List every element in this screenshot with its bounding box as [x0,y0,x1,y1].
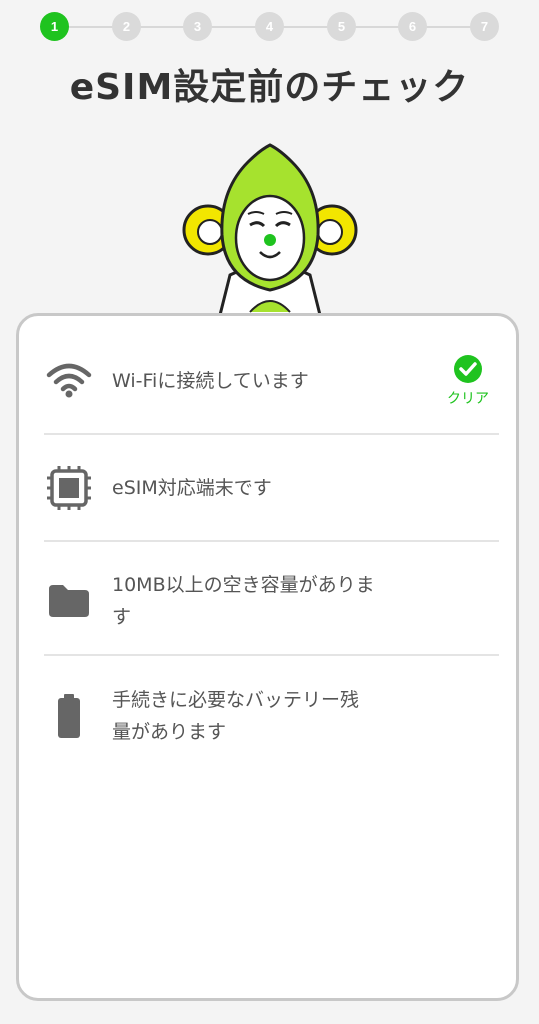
step-2: 2 [112,12,141,41]
clear-status: クリア [447,354,489,408]
wifi-icon [44,356,94,406]
mascot-illustration [182,143,358,317]
step-4: 4 [255,12,284,41]
step-7: 7 [470,12,499,41]
step-5: 5 [327,12,356,41]
step-3: 3 [183,12,212,41]
list-item-esim: eSIM対応端末です [44,463,499,513]
item-label: 手続きに必要なバッテリー残 量があります [112,689,360,743]
chip-icon [44,463,94,513]
checklist-card: Wi-Fiに接続しています クリア eSIM対応端末です 10MB以上の空き容量… [16,313,519,1001]
item-label: Wi-Fiに接続しています [112,370,309,392]
item-label: 10MB以上の空き容量がありま す [112,574,375,628]
page-title: eSIM設定前のチェック [69,67,470,108]
divider [44,540,499,542]
check-icon [454,355,482,383]
list-item-battery: 手続きに必要なバッテリー残 量があります [44,684,499,748]
step-1: 1 [40,12,69,41]
list-item-storage: 10MB以上の空き容量がありま す [44,569,499,633]
divider [44,654,499,656]
status-label: クリア [447,391,489,407]
battery-icon [44,691,94,741]
progress-stepper: 1 2 3 4 5 6 7 [40,12,500,42]
step-6: 6 [398,12,427,41]
divider [44,433,499,435]
list-item-wifi: Wi-Fiに接続しています クリア [44,354,499,408]
folder-icon [44,576,94,626]
item-label: eSIM対応端末です [112,477,272,499]
